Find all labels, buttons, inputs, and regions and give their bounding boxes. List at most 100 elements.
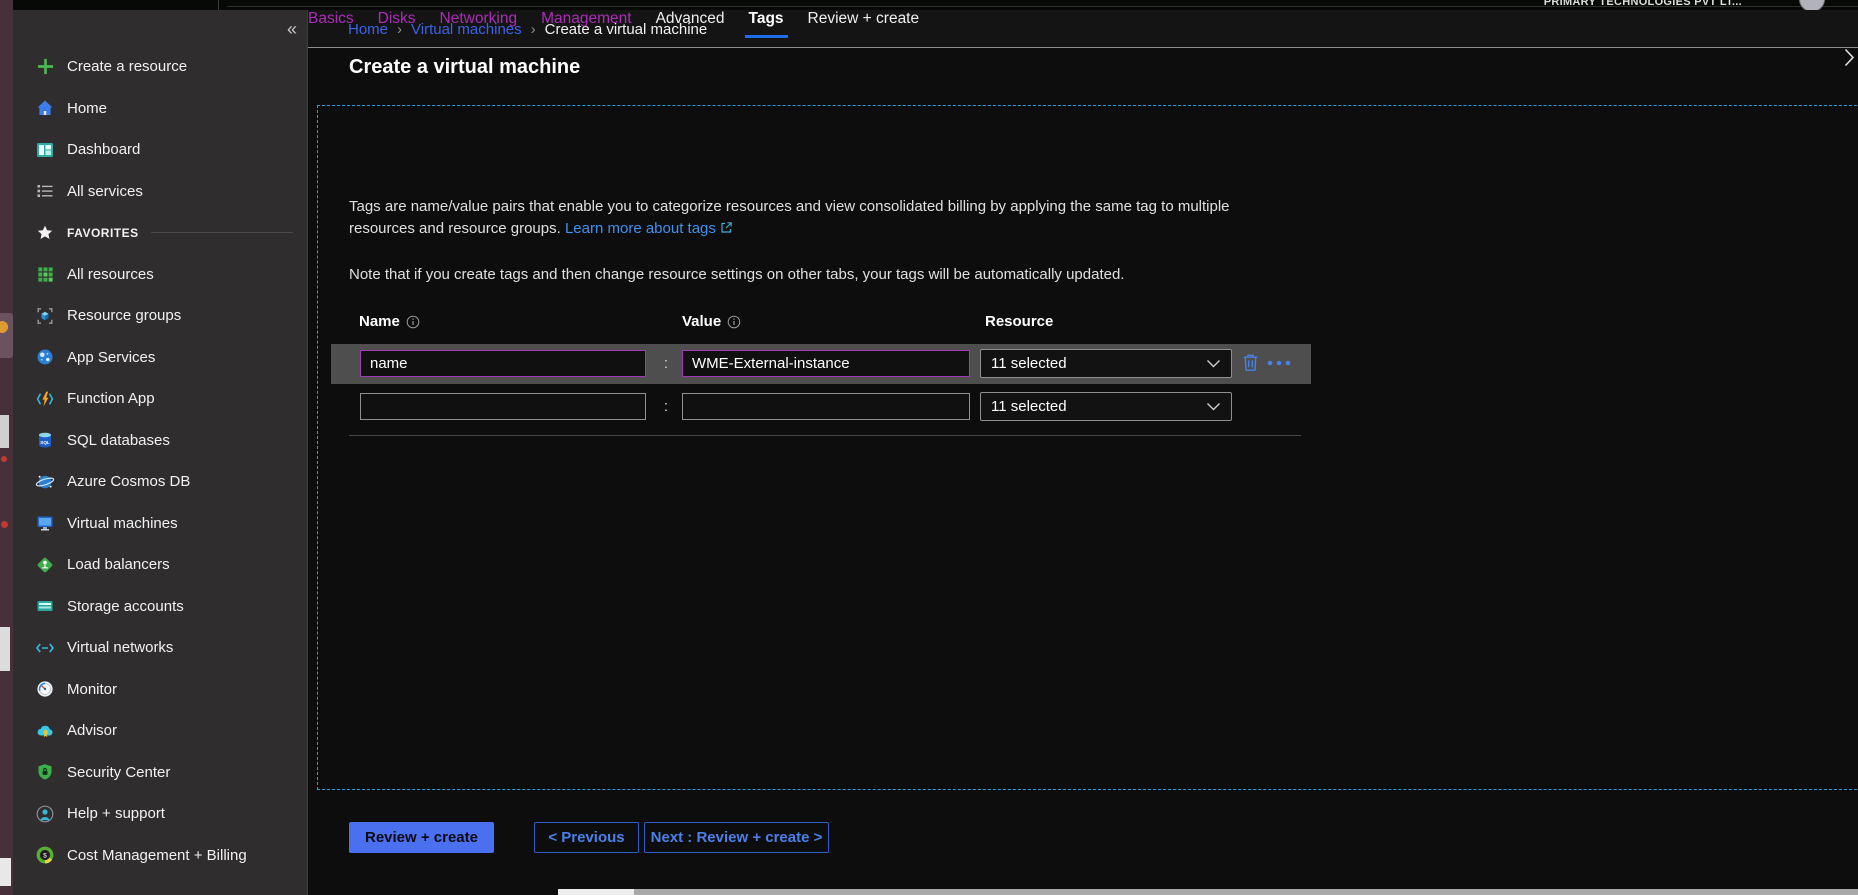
network-icon	[35, 638, 55, 658]
sidebar-item-label: Storage accounts	[67, 598, 184, 615]
tab-tags[interactable]: Tags	[749, 10, 784, 28]
advisor-cloud-icon	[35, 721, 55, 741]
help-person-icon	[35, 804, 55, 824]
svg-text:SQL: SQL	[40, 440, 50, 445]
sidebar-item-label: Monitor	[67, 681, 117, 698]
sidebar-item-label: Virtual networks	[67, 639, 173, 656]
delete-tag-icon[interactable]	[1242, 353, 1259, 372]
resource-dropdown-row2[interactable]: 11 selected	[980, 392, 1232, 421]
resource-group-icon	[35, 306, 55, 326]
tags-note: Note that if you create tags and then ch…	[349, 266, 1124, 283]
sidebar-item-advisor[interactable]: Advisor	[13, 710, 307, 752]
sidebar-item-label: Virtual machines	[67, 515, 178, 532]
background-fragment	[0, 415, 9, 448]
chevron-down-icon	[1206, 355, 1221, 373]
tab-review-create[interactable]: Review + create	[808, 10, 920, 28]
previous-button[interactable]: < Previous	[534, 822, 639, 853]
info-icon[interactable]	[406, 315, 420, 329]
table-divider	[349, 435, 1301, 436]
dropdown-value: 11 selected	[991, 398, 1067, 415]
sidebar-item-all-services[interactable]: All services	[13, 171, 307, 213]
background-fragment	[1, 456, 7, 462]
tab-basics[interactable]: Basics	[308, 10, 354, 28]
globe-icon	[35, 347, 55, 367]
tab-advanced[interactable]: Advanced	[656, 10, 725, 28]
tag-name-input-row2[interactable]	[360, 393, 646, 420]
svg-text:$: $	[43, 853, 47, 860]
sidebar-item-cost-management-billing[interactable]: $ Cost Management + Billing	[13, 835, 307, 877]
more-options-icon[interactable]	[1267, 360, 1291, 366]
tag-value-input-row1[interactable]	[682, 350, 970, 377]
dashboard-icon	[35, 140, 55, 160]
gauge-icon	[35, 679, 55, 699]
dropdown-value: 11 selected	[991, 355, 1067, 372]
tab-networking[interactable]: Networking	[440, 10, 518, 28]
sidebar-item-label: All services	[67, 183, 143, 200]
sidebar-item-azure-cosmos-db[interactable]: Azure Cosmos DB	[13, 461, 307, 503]
list-icon	[35, 181, 55, 201]
background-fragment	[0, 627, 10, 671]
tab-disks[interactable]: Disks	[378, 10, 416, 28]
grid-icon	[35, 264, 55, 284]
load-balancer-icon	[35, 555, 55, 575]
column-header-label: Name	[359, 313, 400, 330]
page-title: Create a virtual machine	[349, 56, 580, 79]
header-divider	[308, 47, 1858, 48]
background-window-strip	[0, 0, 13, 895]
storage-icon	[35, 596, 55, 616]
sidebar-item-help-support[interactable]: Help + support	[13, 793, 307, 835]
scrollbar-thumb[interactable]	[558, 889, 634, 895]
sidebar-item-all-resources[interactable]: All resources	[13, 254, 307, 296]
sidebar-item-label: Security Center	[67, 764, 170, 781]
breadcrumb-separator-icon: ›	[531, 21, 536, 38]
sidebar-item-sql-databases[interactable]: SQL SQL databases	[13, 420, 307, 462]
sidebar-item-virtual-networks[interactable]: Virtual networks	[13, 627, 307, 669]
plus-icon	[35, 57, 55, 77]
tag-name-input-row1[interactable]	[360, 350, 646, 377]
info-icon[interactable]	[727, 315, 741, 329]
sidebar-item-dashboard[interactable]: Dashboard	[13, 129, 307, 171]
sidebar-item-label: Cost Management + Billing	[67, 847, 247, 864]
scrollbar-track[interactable]	[634, 889, 1858, 895]
review-create-button[interactable]: Review + create	[349, 822, 494, 853]
planet-icon	[35, 472, 55, 492]
database-icon: SQL	[35, 430, 55, 450]
sidebar-item-storage-accounts[interactable]: Storage accounts	[13, 586, 307, 628]
next-button[interactable]: Next : Review + create >	[644, 822, 829, 853]
sidebar-item-label: All resources	[67, 266, 154, 283]
resource-dropdown-row1[interactable]: 11 selected	[980, 349, 1232, 378]
sidebar-item-create-a-resource[interactable]: Create a resource	[13, 46, 307, 88]
main-panel: Home › Virtual machines › Create a virtu…	[307, 10, 1858, 895]
sidebar-section-favorites: FAVORITES	[13, 212, 307, 254]
sidebar-item-monitor[interactable]: Monitor	[13, 669, 307, 711]
avatar[interactable]	[1799, 0, 1825, 10]
sidebar-item-app-services[interactable]: App Services	[13, 337, 307, 379]
colon-separator: :	[656, 355, 676, 372]
tab-management[interactable]: Management	[541, 10, 631, 28]
column-header-resource: Resource	[985, 313, 1053, 330]
sidebar-item-load-balancers[interactable]: Load balancers	[13, 544, 307, 586]
home-icon	[35, 98, 55, 118]
sidebar-item-security-center[interactable]: Security Center	[13, 752, 307, 794]
column-header-label: Resource	[985, 313, 1053, 330]
sidebar-item-label: Azure Cosmos DB	[67, 473, 190, 490]
sidebar-item-resource-groups[interactable]: Resource groups	[13, 295, 307, 337]
sidebar-item-virtual-machines[interactable]: Virtual machines	[13, 503, 307, 545]
tab-divider	[218, 0, 219, 10]
colon-separator: :	[656, 398, 676, 415]
sidebar-item-function-app[interactable]: Function App	[13, 378, 307, 420]
cost-donut-icon: $	[35, 845, 55, 865]
panel-expand-chevron-icon[interactable]	[1844, 48, 1855, 67]
column-header-label: Value	[682, 313, 721, 330]
background-fragment	[0, 858, 11, 886]
sidebar-item-label: Resource groups	[67, 307, 181, 324]
sidebar-item-home[interactable]: Home	[13, 88, 307, 130]
tag-value-input-row2[interactable]	[682, 393, 970, 420]
tags-description-text: Tags are name/value pairs that enable yo…	[349, 198, 1230, 237]
sidebar-collapse-button[interactable]: «	[287, 20, 297, 38]
sidebar-section-label: FAVORITES	[67, 226, 139, 240]
sidebar-item-label: SQL databases	[67, 432, 170, 449]
external-link-icon	[720, 219, 733, 241]
section-divider	[151, 232, 293, 233]
learn-more-link[interactable]: Learn more about tags	[565, 220, 716, 237]
